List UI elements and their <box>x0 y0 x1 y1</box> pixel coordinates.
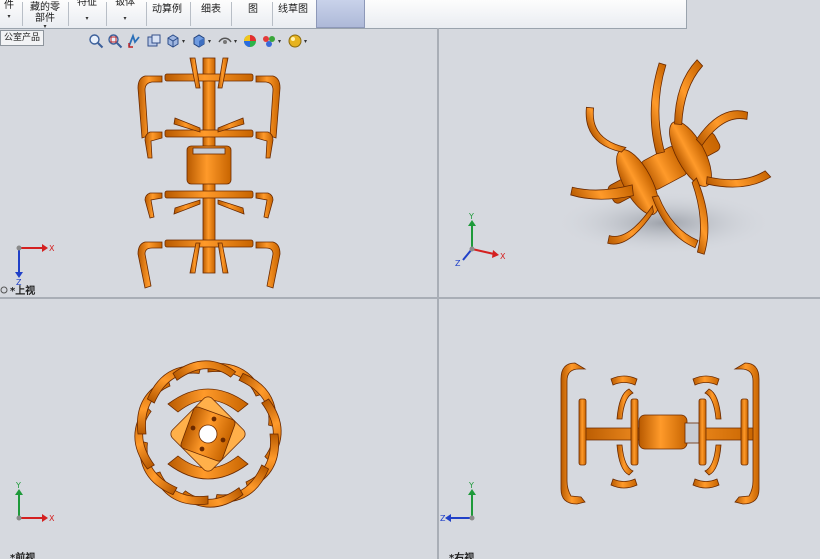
ribbon-btn-line1: 动算例 <box>152 4 182 15</box>
triad-y-label: Y <box>468 212 474 221</box>
ribbon-btn-feature[interactable]: 特征 ▾ <box>72 0 102 28</box>
ribbon-btn-part[interactable]: 件 ▾ <box>0 0 18 28</box>
view-label-front: *前视 <box>10 551 35 559</box>
triad-x-label: X <box>49 514 55 523</box>
triad-y-label: Y <box>15 481 21 490</box>
ribbon-btn-drawing[interactable]: 图 <box>238 0 268 28</box>
ribbon-btn-hidden-parts[interactable]: 藏的零 部件 ▾ <box>25 0 65 30</box>
viewport-right[interactable]: Y Z *右视 <box>439 299 820 559</box>
ribbon-tab-active[interactable] <box>316 0 365 28</box>
ribbon-btn-sketch[interactable]: 线草图 <box>274 0 312 28</box>
coordinate-triad: Y X <box>15 481 55 523</box>
ribbon-btn-line2: 件 <box>4 0 14 11</box>
view-label-right: *右视 <box>449 551 474 559</box>
triad-x-label: X <box>49 244 55 253</box>
part-model-isometric[interactable] <box>536 37 797 296</box>
part-model-top[interactable] <box>137 57 281 289</box>
coordinate-triad: Y X Z <box>455 212 506 268</box>
triad-y-label: Y <box>468 481 474 490</box>
chevron-down-icon: ▾ <box>123 15 127 22</box>
part-model-front[interactable] <box>119 345 296 522</box>
ribbon-btn-line1: 线草图 <box>278 4 308 15</box>
coordinate-triad: Y Z <box>440 481 476 523</box>
ribbon-btn-line1: 藏的零 <box>30 2 60 13</box>
viewport-top[interactable]: X Z *上视 <box>0 28 437 297</box>
coordinate-triad: X Z <box>15 244 55 287</box>
view-label-top: *上视 <box>10 284 35 297</box>
ribbon-separator <box>106 2 107 26</box>
chevron-down-icon: ▾ <box>85 15 89 22</box>
ribbon-btn-line1: 特征 <box>77 0 97 8</box>
ribbon-separator <box>22 2 23 26</box>
part-model-right[interactable] <box>560 362 760 505</box>
triad-z-label: Z <box>440 514 446 523</box>
ribbon-btn-line1: 图 <box>248 4 258 15</box>
model-shadow <box>554 191 774 255</box>
triad-z-label: Z <box>455 259 461 268</box>
viewport-front[interactable]: Y X *前视 <box>0 299 437 559</box>
ribbon-separator <box>146 2 147 26</box>
triad-x-label: X <box>500 252 506 261</box>
ribbon-btn-bom[interactable]: 细表 <box>196 0 226 28</box>
view-indicator-icon <box>0 286 8 294</box>
ribbon-separator <box>272 2 273 26</box>
chevron-down-icon: ▾ <box>7 13 11 20</box>
ribbon-separator <box>231 2 232 26</box>
viewport-isometric[interactable]: Y X Z <box>439 28 820 297</box>
ribbon-btn-line1: 细表 <box>201 4 221 15</box>
ribbon-btn-sheetmetal[interactable]: 钣体 ▾ <box>110 0 140 28</box>
ribbon-btn-motion-study[interactable]: 动算例 <box>148 0 186 28</box>
ribbon-separator <box>68 2 69 26</box>
ribbon-separator <box>190 2 191 26</box>
command-manager-ribbon: 件 ▾ 藏的零 部件 ▾ 特征 ▾ 钣体 ▾ 动算例 细表 图 线草图 <box>0 0 687 30</box>
ribbon-btn-line1: 钣体 <box>115 0 135 8</box>
